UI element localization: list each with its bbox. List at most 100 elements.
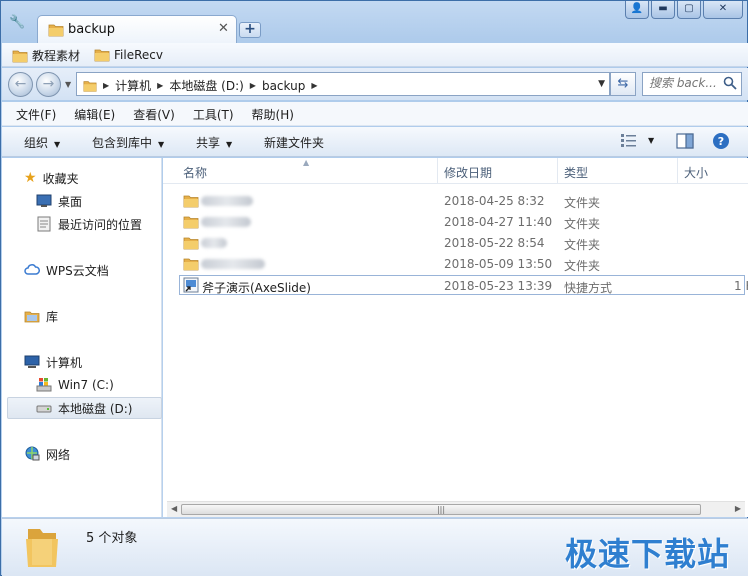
menu-help[interactable]: 帮助(H) — [252, 102, 300, 125]
folder-icon — [183, 216, 199, 229]
chevron-down-icon: ▼ — [54, 140, 61, 149]
chevron-right-icon[interactable]: ▶ — [250, 81, 256, 90]
tab-bar: 🔧 backup ✕ + 👤 ▬ ▢ ✕ — [1, 1, 747, 43]
site-watermark: 极速下载站 — [564, 535, 730, 573]
table-row[interactable]: 斧子演示(AxeSlide) 2018-05-23 13:39 快捷方式 1 K — [179, 275, 748, 295]
nav-desktop[interactable]: 桌面 — [36, 190, 82, 212]
column-divider[interactable] — [557, 158, 558, 184]
cell-modified: 2018-05-09 13:50 — [444, 257, 553, 271]
cell-modified: 2018-04-25 8:32 — [444, 194, 545, 208]
breadcrumb-computer[interactable]: 计算机 — [115, 77, 151, 94]
address-dropdown-icon[interactable]: ▼ — [598, 79, 605, 89]
menu-bar: 文件(F) 编辑(E) 查看(V) 工具(T) 帮助(H) — [2, 102, 748, 126]
sort-caret-icon: ▲ — [303, 158, 310, 167]
address-row: ← → ▼ ▶ 计算机 ▶ 本地磁盘 (D:) ▶ backup ▶ ▼ ⇆ — [2, 68, 748, 100]
favorite-label: FileRecv — [114, 48, 163, 62]
refresh-button[interactable]: ⇆ — [610, 72, 636, 96]
nav-label: 网络 — [46, 447, 71, 462]
menu-tools[interactable]: 工具(T) — [193, 102, 240, 125]
close-window-button[interactable]: ✕ — [703, 1, 743, 19]
nav-library[interactable]: 库 — [24, 305, 58, 327]
menu-edit[interactable]: 编辑(E) — [74, 102, 121, 125]
favorite-item-filerecv[interactable]: FileRecv — [94, 47, 163, 63]
nav-wps-cloud[interactable]: WPS云文档 — [24, 259, 109, 281]
cell-name: 斧子演示(AxeSlide) — [202, 281, 311, 295]
share-button[interactable]: 共享 ▼ — [196, 134, 232, 151]
view-options-button[interactable] — [620, 132, 638, 151]
preview-pane-button[interactable] — [676, 132, 694, 153]
cell-modified: 2018-05-23 13:39 — [444, 279, 553, 293]
search-box[interactable] — [642, 72, 742, 96]
table-row[interactable]: 2018-04-25 8:32 文件夹 — [179, 191, 745, 211]
organize-label: 组织 — [24, 136, 49, 150]
column-modified[interactable]: 修改日期 — [444, 164, 492, 181]
chevron-right-icon[interactable]: ▶ — [103, 81, 109, 90]
library-icon — [24, 311, 40, 323]
help-button[interactable]: ? — [712, 132, 730, 153]
favorite-item-tutorials[interactable]: 教程素材 — [12, 47, 80, 64]
column-divider[interactable] — [437, 158, 438, 184]
search-icon — [723, 76, 737, 90]
nav-drive-d[interactable]: 本地磁盘 (D:) — [7, 397, 162, 419]
nav-label: 最近访问的位置 — [58, 217, 143, 232]
table-row[interactable]: 2018-05-22 8:54 文件夹 — [179, 233, 745, 253]
desktop-icon — [36, 194, 52, 207]
new-folder-label: 新建文件夹 — [264, 136, 325, 150]
new-folder-button[interactable]: 新建文件夹 — [264, 134, 324, 151]
column-size[interactable]: 大小 — [684, 164, 708, 181]
new-tab-button[interactable]: + — [239, 22, 261, 38]
help-icon: ? — [713, 133, 729, 149]
cell-type: 文件夹 — [564, 238, 601, 252]
chevron-right-icon[interactable]: ▶ — [311, 81, 317, 90]
recent-places-icon — [37, 216, 51, 232]
nav-recent[interactable]: 最近访问的位置 — [36, 213, 142, 235]
breadcrumb-backup[interactable]: backup — [262, 79, 305, 93]
back-button[interactable]: ← — [8, 72, 33, 97]
column-type[interactable]: 类型 — [564, 164, 588, 181]
breadcrumb-drive-d[interactable]: 本地磁盘 (D:) — [169, 77, 243, 94]
table-row[interactable]: 2018-04-27 11:40 文件夹 — [179, 212, 745, 232]
table-row[interactable]: 2018-05-09 13:50 文件夹 — [179, 254, 745, 274]
cell-modified: 2018-05-22 8:54 — [444, 236, 545, 250]
tab-backup[interactable]: backup ✕ — [37, 15, 237, 43]
folder-icon — [48, 24, 64, 37]
column-name[interactable]: 名称 — [183, 164, 207, 181]
nav-network[interactable]: 网络 — [24, 443, 70, 465]
scroll-left-icon[interactable]: ◀ — [171, 504, 177, 513]
wrench-icon[interactable]: 🔧 — [9, 15, 25, 31]
organize-button[interactable]: 组织 ▼ — [24, 134, 60, 151]
cell-type: 文件夹 — [564, 217, 601, 231]
drive-icon — [36, 405, 52, 413]
column-divider[interactable] — [677, 158, 678, 184]
share-label: 共享 — [196, 136, 221, 150]
view-list-icon — [621, 134, 636, 147]
nav-favorites[interactable]: ★ 收藏夹 — [24, 167, 79, 189]
chevron-down-icon[interactable]: ▼ — [648, 136, 654, 145]
search-input[interactable] — [649, 76, 719, 90]
nav-computer[interactable]: 计算机 — [24, 351, 82, 373]
column-headers: ▲ 名称 修改日期 类型 大小 — [163, 158, 748, 184]
horizontal-scrollbar[interactable]: ◀ ||| ▶ — [167, 501, 745, 517]
menu-file[interactable]: 文件(F) — [16, 102, 62, 125]
folder-icon — [183, 195, 199, 208]
close-icon[interactable]: ✕ — [218, 21, 229, 36]
chevron-down-icon[interactable]: ▼ — [65, 80, 71, 89]
folder-icon — [26, 529, 58, 567]
include-in-library-button[interactable]: 包含到库中 ▼ — [92, 134, 164, 151]
nav-label: WPS云文档 — [46, 263, 109, 278]
scroll-right-icon[interactable]: ▶ — [735, 504, 741, 513]
folder-icon — [183, 237, 199, 250]
favorite-label: 教程素材 — [32, 49, 81, 63]
navigation-pane: ★ 收藏夹 桌面 最近访问的位置 WPS云文档 库 计算机 Win7 (C:) — [2, 158, 162, 517]
menu-view[interactable]: 查看(V) — [133, 102, 181, 125]
nav-label: 桌面 — [58, 194, 83, 209]
chevron-right-icon[interactable]: ▶ — [157, 81, 163, 90]
scrollbar-thumb[interactable]: ||| — [181, 504, 701, 515]
user-icon[interactable]: 👤 — [625, 1, 649, 19]
minimize-button[interactable]: ▬ — [651, 1, 675, 19]
maximize-button[interactable]: ▢ — [677, 1, 701, 19]
favorites-bar: 教程素材 FileRecv — [2, 43, 748, 67]
forward-button[interactable]: → — [36, 72, 61, 97]
nav-drive-c[interactable]: Win7 (C:) — [36, 374, 114, 396]
address-bar[interactable]: ▶ 计算机 ▶ 本地磁盘 (D:) ▶ backup ▶ ▼ — [76, 72, 610, 96]
